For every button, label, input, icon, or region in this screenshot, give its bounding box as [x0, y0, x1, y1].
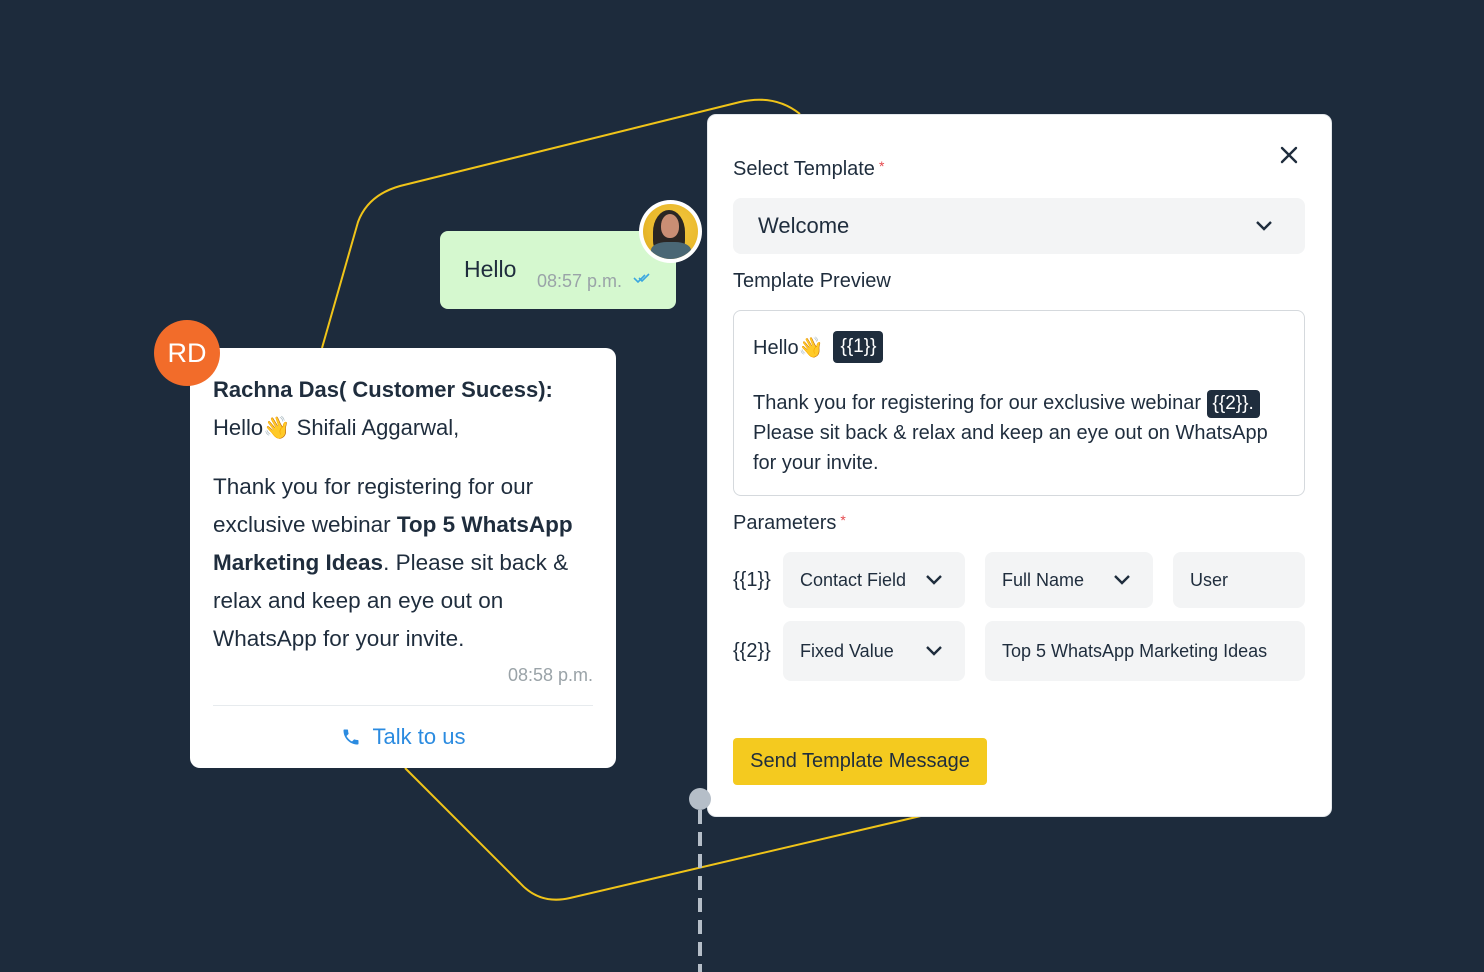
- sent-message-text: Hello: [464, 256, 517, 282]
- dashed-connector: [698, 810, 702, 972]
- sender-avatar: RD: [154, 320, 220, 386]
- connector-handle[interactable]: [689, 788, 711, 810]
- double-check-icon: [633, 273, 650, 284]
- required-mark: *: [878, 158, 885, 174]
- send-template-message-button[interactable]: Send Template Message: [733, 738, 987, 785]
- template-select[interactable]: Welcome: [733, 198, 1305, 254]
- send-template-modal: Select Template * Welcome Template Previe…: [708, 115, 1331, 816]
- preview-paragraph: Thank you for registering for our exclus…: [753, 390, 1268, 474]
- template-preview-label: Template Preview: [733, 270, 891, 292]
- talk-to-us-label: Talk to us: [372, 724, 466, 749]
- divider: [213, 705, 593, 706]
- preview-greeting-line: Hello👋 {{1}}: [753, 331, 884, 363]
- sent-message-time: 08:57 p.m.: [537, 271, 623, 291]
- received-message-time: 08:58 p.m.: [507, 665, 593, 685]
- select-template-label: Select Template *: [733, 158, 885, 180]
- parameters-label: Parameters *: [733, 512, 846, 534]
- variable-chip-1: {{1}}: [833, 331, 884, 363]
- sender-name: Rachna Das( Customer Sucess):: [213, 377, 553, 402]
- param-1-field-select[interactable]: Full Name: [985, 552, 1153, 608]
- user-avatar: [639, 200, 702, 263]
- chevron-down-icon: [1114, 575, 1130, 585]
- message-body: Thank you for registering for our exclus…: [213, 474, 573, 651]
- chevron-down-icon: [1256, 221, 1272, 231]
- param-2-value-input[interactable]: Top 5 WhatsApp Marketing Ideas: [985, 621, 1305, 681]
- phone-icon: [343, 729, 359, 745]
- chevron-down-icon: [926, 575, 942, 585]
- template-preview: Hello👋 {{1}} Thank you for registering f…: [733, 310, 1305, 496]
- param-2-type-select[interactable]: Fixed Value: [783, 621, 965, 681]
- talk-to-us-button[interactable]: Talk to us: [190, 720, 616, 754]
- message-greeting: Hello👋 Shifali Aggarwal,: [213, 415, 460, 440]
- param-1-type-select[interactable]: Contact Field: [783, 552, 965, 608]
- param-key-2: {{2}}: [733, 640, 771, 662]
- received-message-card: Rachna Das( Customer Sucess): Hello👋 Shi…: [190, 348, 616, 768]
- param-key-1: {{1}}: [733, 569, 771, 591]
- variable-chip-2: {{2}}.: [1206, 390, 1260, 418]
- param-1-fallback-input[interactable]: User: [1173, 552, 1305, 608]
- chevron-down-icon: [926, 646, 942, 656]
- template-select-value: Welcome: [758, 213, 850, 238]
- close-icon[interactable]: [1277, 143, 1301, 167]
